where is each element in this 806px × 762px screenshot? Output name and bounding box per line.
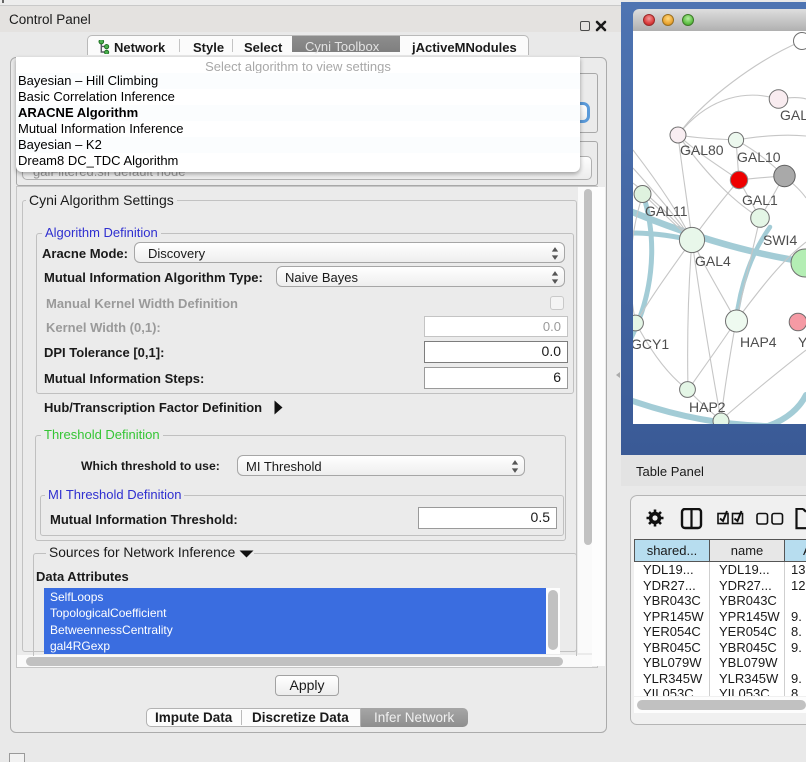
svg-text:Y: Y — [798, 334, 806, 350]
svg-text:GAL10: GAL10 — [737, 149, 781, 165]
svg-text:HAP4: HAP4 — [740, 334, 777, 350]
svg-text:GAL4: GAL4 — [695, 253, 731, 269]
svg-text:GAL1: GAL1 — [742, 192, 778, 208]
svg-text:HAP2: HAP2 — [689, 399, 726, 415]
svg-text:SWI4: SWI4 — [763, 232, 797, 248]
svg-text:GAL80: GAL80 — [680, 142, 724, 158]
svg-text:GCY1: GCY1 — [633, 336, 669, 352]
svg-text:GAL: GAL — [780, 107, 806, 123]
svg-text:GAL11: GAL11 — [645, 203, 688, 219]
